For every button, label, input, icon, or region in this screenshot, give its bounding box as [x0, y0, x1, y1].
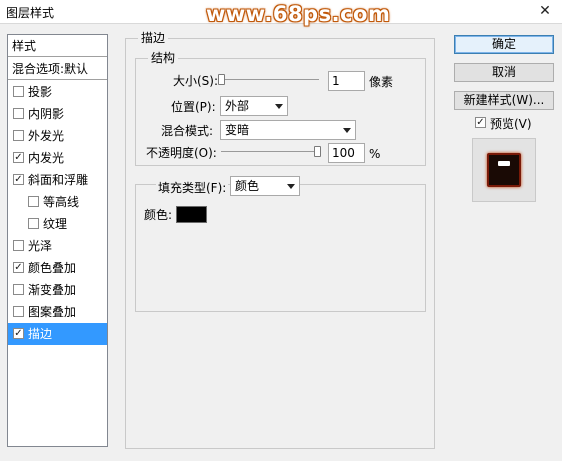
checkbox-outer-glow[interactable]: [13, 130, 24, 141]
position-label: 位置(P):: [171, 100, 216, 114]
fill-group: [135, 184, 426, 312]
list-item-label: 投影: [28, 85, 53, 99]
list-item-inner-shadow[interactable]: 内阴影: [8, 103, 107, 125]
structure-title: 结构: [148, 51, 179, 65]
styles-header-label: 样式: [12, 39, 37, 53]
list-item-label: 内阴影: [28, 107, 65, 121]
checkbox-texture[interactable]: [28, 218, 39, 229]
fill-type-label: 填充类型(F):: [156, 181, 229, 195]
list-item-contour[interactable]: 等高线: [8, 191, 107, 213]
close-icon[interactable]: ✕: [532, 2, 558, 20]
preview-checkbox[interactable]: ✓: [475, 117, 486, 128]
checkbox-contour[interactable]: [28, 196, 39, 207]
position-select-value: 外部: [225, 99, 250, 113]
list-item-gradient-overlay[interactable]: 渐变叠加: [8, 279, 107, 301]
ok-button[interactable]: 确定: [454, 35, 554, 54]
new-style-button[interactable]: 新建样式(W)...: [454, 91, 554, 110]
list-item-texture[interactable]: 纹理: [8, 213, 107, 235]
size-slider-track[interactable]: [221, 79, 319, 80]
preview-highlight: [498, 161, 510, 166]
list-item-label: 描边: [28, 327, 53, 341]
list-item-pattern-overlay[interactable]: 图案叠加: [8, 301, 107, 323]
watermark-text: www.68ps.com: [206, 2, 391, 26]
opacity-input[interactable]: 100: [328, 143, 365, 163]
list-item-label: 等高线: [43, 195, 80, 209]
list-item-label: 外发光: [28, 129, 65, 143]
blend-mode-select[interactable]: 变暗: [220, 120, 356, 140]
checkbox-drop-shadow[interactable]: [13, 86, 24, 97]
list-item-label: 颜色叠加: [28, 261, 77, 275]
chevron-down-icon: [343, 128, 351, 133]
stroke-section-title: 描边: [138, 31, 169, 45]
list-item-stroke[interactable]: ✓ 描边: [8, 323, 107, 345]
size-input[interactable]: 1: [328, 71, 365, 91]
checkbox-inner-glow[interactable]: ✓: [13, 152, 24, 163]
list-item-label: 纹理: [43, 217, 68, 231]
color-label: 颜色:: [144, 208, 173, 222]
list-item-color-overlay[interactable]: ✓ 颜色叠加: [8, 257, 107, 279]
opacity-slider-thumb[interactable]: [314, 146, 321, 157]
fill-type-select[interactable]: 颜色: [230, 176, 300, 196]
chevron-down-icon: [275, 104, 283, 109]
blend-options-label: 混合选项:默认: [12, 62, 89, 76]
blend-mode-label: 混合模式:: [161, 124, 214, 138]
list-item-label: 斜面和浮雕: [28, 173, 89, 187]
checkbox-color-overlay[interactable]: ✓: [13, 262, 24, 273]
checkbox-satin[interactable]: [13, 240, 24, 251]
list-item-bevel-emboss[interactable]: ✓ 斜面和浮雕: [8, 169, 107, 191]
size-unit: 像素: [369, 75, 394, 89]
list-item-satin[interactable]: 光泽: [8, 235, 107, 257]
checkbox-pattern-overlay[interactable]: [13, 306, 24, 317]
preview-thumbnail: [472, 138, 536, 202]
opacity-slider-track[interactable]: [221, 151, 319, 152]
opacity-label: 不透明度(O):: [146, 146, 217, 160]
list-item-label: 图案叠加: [28, 305, 77, 319]
checkbox-gradient-overlay[interactable]: [13, 284, 24, 295]
checkbox-bevel-emboss[interactable]: ✓: [13, 174, 24, 185]
size-label: 大小(S):: [173, 74, 219, 88]
fill-type-select-value: 颜色: [235, 179, 260, 193]
blend-options-item[interactable]: 混合选项:默认: [8, 58, 107, 80]
cancel-button[interactable]: 取消: [454, 63, 554, 82]
styles-list: 样式 混合选项:默认 投影 内阴影 外发光 ✓ 内发光 ✓ 斜面和浮雕 等高线 …: [7, 34, 108, 447]
size-slider-thumb[interactable]: [218, 74, 225, 85]
list-item-outer-glow[interactable]: 外发光: [8, 125, 107, 147]
list-item-drop-shadow[interactable]: 投影: [8, 81, 107, 103]
preview-label: 预览(V): [490, 117, 532, 131]
opacity-unit: %: [369, 147, 381, 161]
checkbox-inner-shadow[interactable]: [13, 108, 24, 119]
checkbox-stroke[interactable]: ✓: [13, 328, 24, 339]
list-item-label: 渐变叠加: [28, 283, 77, 297]
title-bar: 图层样式 www.68ps.com ✕: [0, 0, 562, 26]
preview-tile: [487, 153, 521, 187]
list-item-label: 光泽: [28, 239, 53, 253]
list-item-label: 内发光: [28, 151, 65, 165]
list-item-inner-glow[interactable]: ✓ 内发光: [8, 147, 107, 169]
styles-list-header[interactable]: 样式: [8, 35, 107, 57]
color-swatch[interactable]: [176, 206, 207, 223]
blend-mode-select-value: 变暗: [225, 123, 250, 137]
chevron-down-icon: [287, 184, 295, 189]
position-select[interactable]: 外部: [220, 96, 288, 116]
window-title: 图层样式: [6, 6, 55, 20]
